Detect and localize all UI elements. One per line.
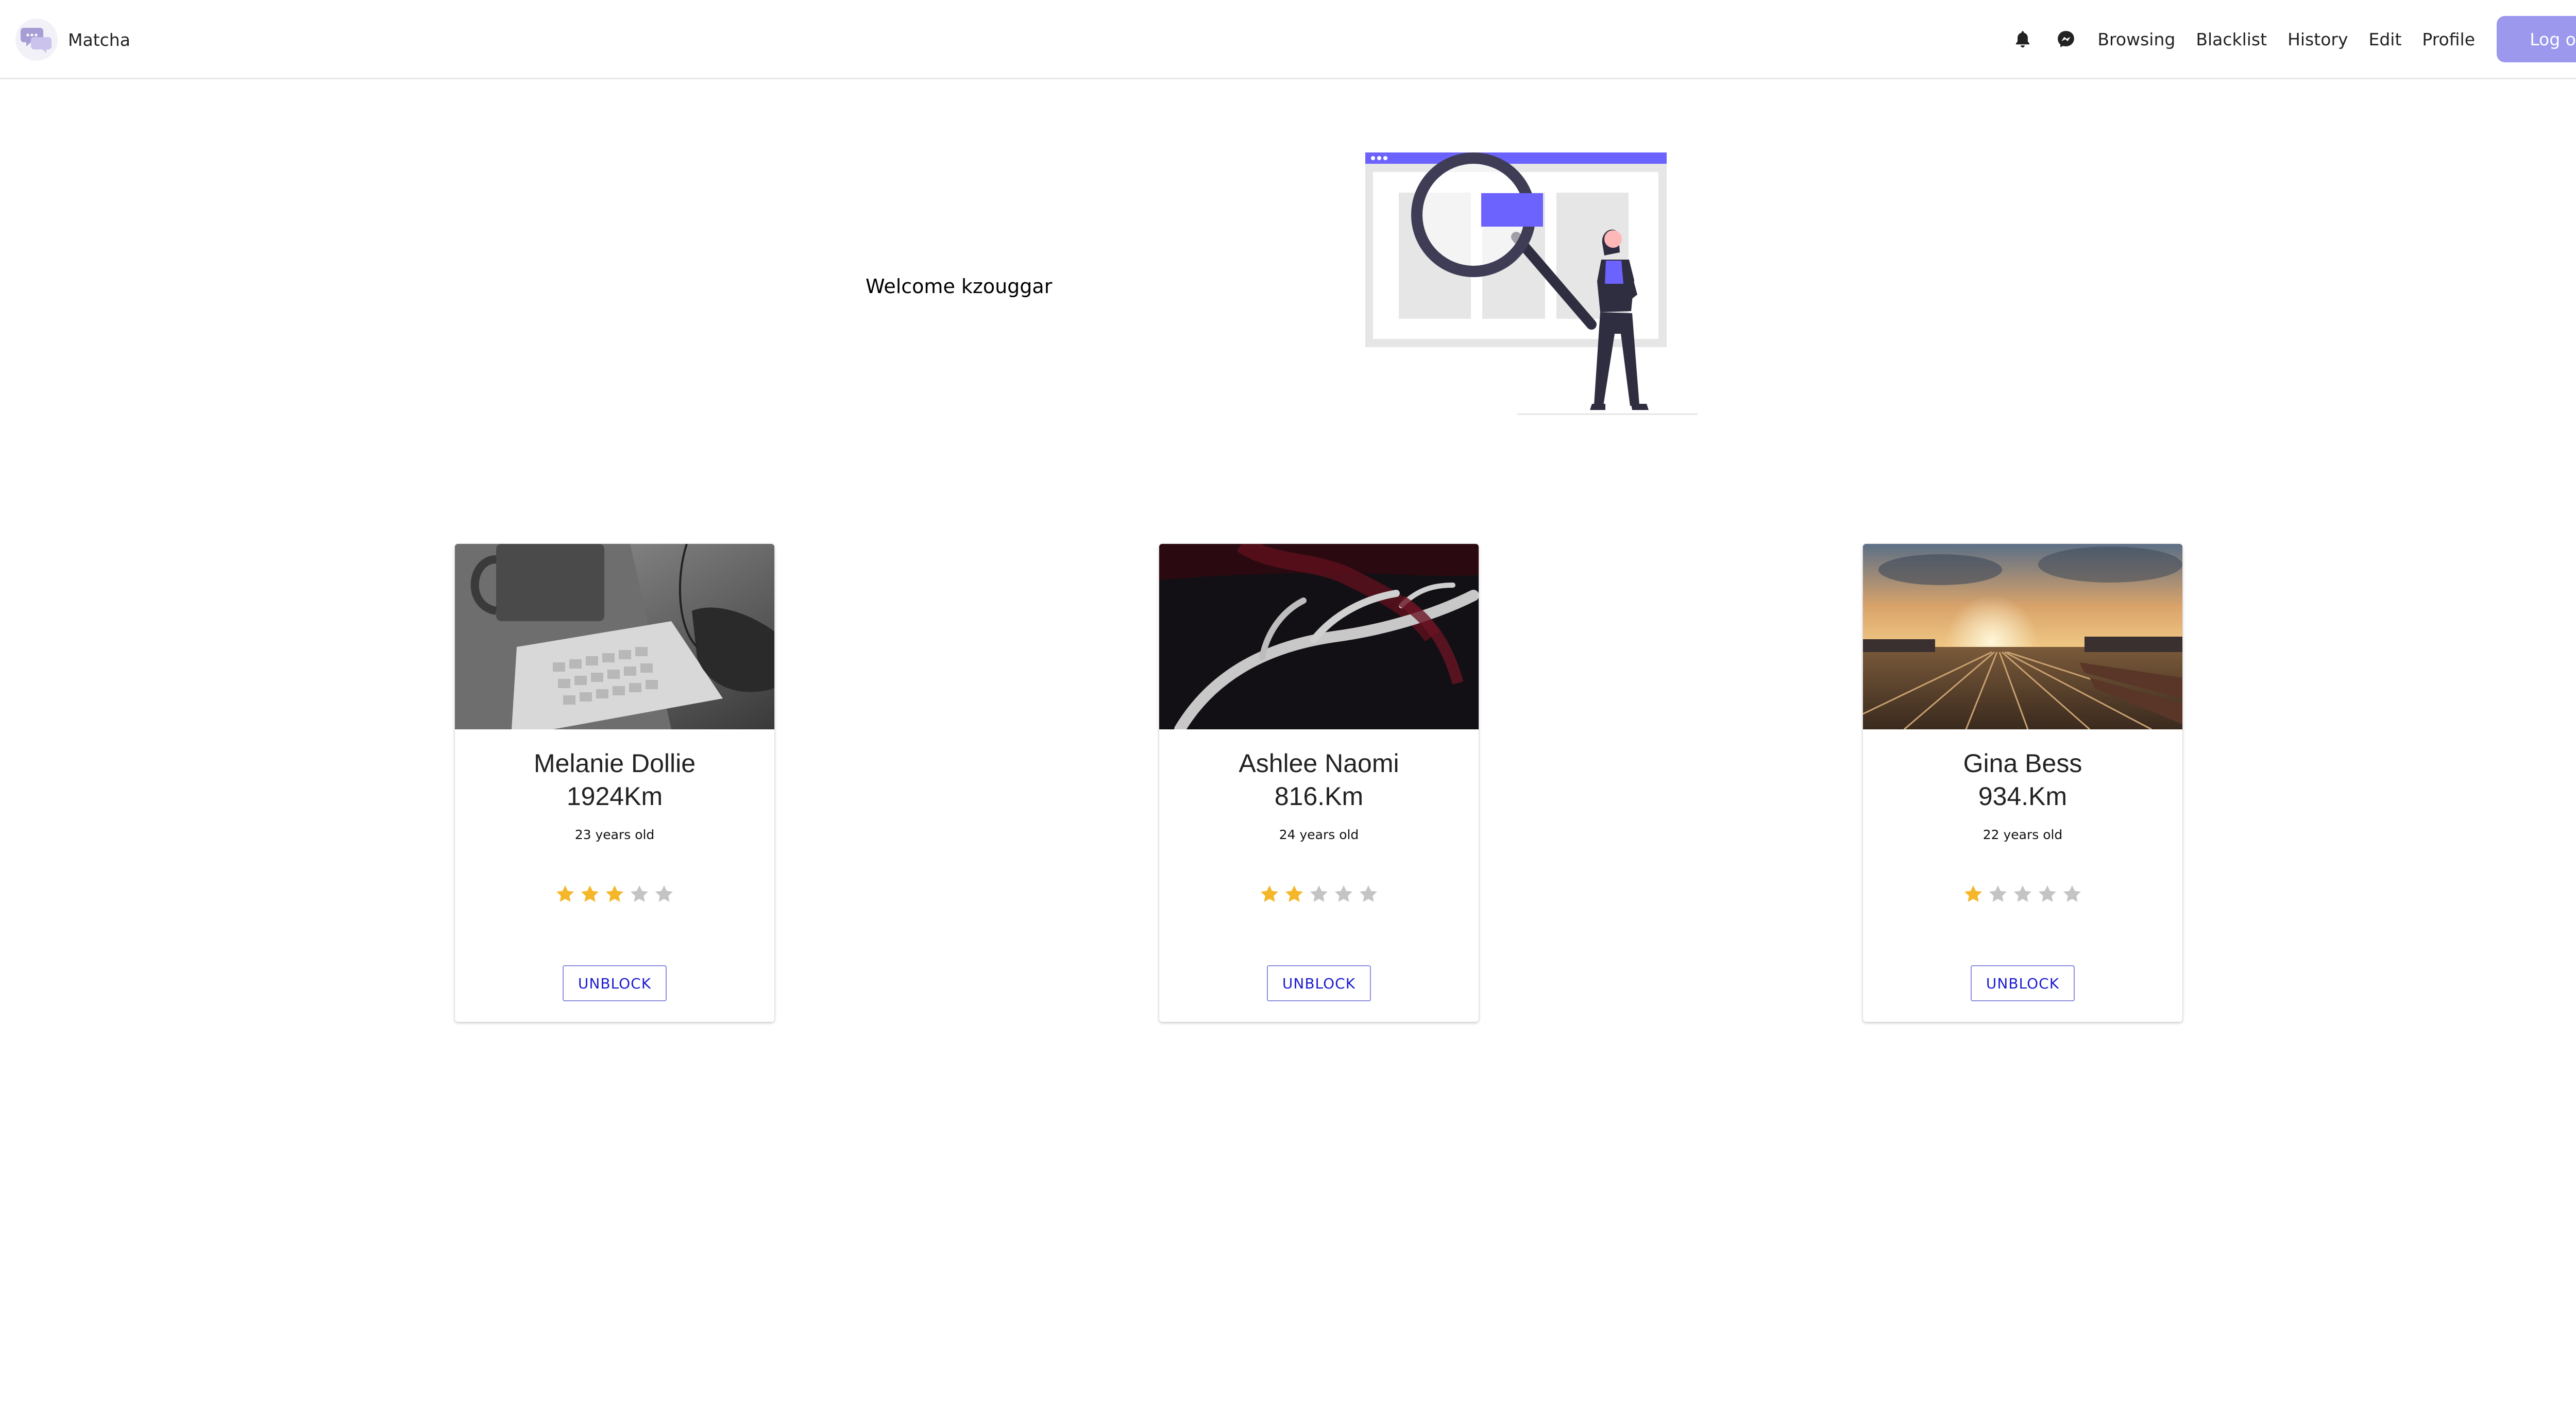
profile-distance: 1924Km [566,782,663,811]
brand-name: Matcha [68,29,130,50]
star-empty-icon [1989,885,2007,902]
unblock-button[interactable]: UNBLOCK [1267,965,1371,1001]
star-empty-icon [655,885,673,902]
star-empty-icon [2039,885,2056,902]
star-empty-icon [2014,885,2031,902]
profile-name: Gina Bess [1963,749,2082,778]
star-rating [1159,883,1479,905]
star-empty-icon [1360,885,1377,902]
antler-photo [1159,544,1479,729]
nav-link-history[interactable]: History [2287,29,2348,49]
brand[interactable]: Matcha [15,19,130,61]
nav-link-edit[interactable]: Edit [2368,29,2401,49]
profile-age: 24 years old [1279,827,1359,842]
logout-button[interactable]: Log out [2497,16,2576,62]
star-empty-icon [2063,885,2081,902]
nav-menu: Browsing Blacklist History Edit Profile … [2011,15,2576,63]
unblock-button[interactable]: UNBLOCK [1971,965,2075,1001]
star-filled-icon [1285,885,1303,902]
profile-card: Gina Bess 934.Km 22 years old UNBLOCK [1863,544,2182,1022]
star-rating [455,883,774,905]
profile-name: Ashlee Naomi [1239,749,1399,778]
profile-age: 22 years old [1982,827,2063,842]
star-empty-icon [1310,885,1328,902]
welcome-message: Welcome kzouggar [866,275,1053,298]
profile-age: 23 years old [574,827,655,842]
nav-link-profile[interactable]: Profile [2422,29,2475,49]
star-rating [1863,883,2182,905]
profile-card: Melanie Dollie 1924Km 23 years old UNBLO… [455,544,774,1022]
star-filled-icon [581,885,599,902]
profile-name: Melanie Dollie [533,749,696,778]
profile-distance: 816.Km [1274,782,1364,811]
profile-card: Ashlee Naomi 816.Km 24 years old UNBLOCK [1159,544,1479,1022]
bell-icon[interactable] [2011,27,2035,51]
railyard-sunset-photo [1863,544,2182,729]
nav-link-blacklist[interactable]: Blacklist [2196,29,2267,49]
nav-link-browsing[interactable]: Browsing [2097,29,2175,49]
profile-distance: 934.Km [1978,782,2067,811]
star-empty-icon [631,885,648,902]
unblock-button[interactable]: UNBLOCK [563,965,667,1001]
star-filled-icon [1964,885,1982,902]
star-empty-icon [1335,885,1352,902]
messenger-icon[interactable] [2054,27,2078,51]
star-filled-icon [1261,885,1278,902]
chat-bubbles-logo-icon [15,19,58,61]
star-filled-icon [606,885,623,902]
keyboard-photo [455,544,774,729]
search-illustration [1363,150,1703,418]
top-navbar: Matcha Browsing Blacklist History Edit P… [0,0,2576,79]
star-filled-icon [556,885,574,902]
